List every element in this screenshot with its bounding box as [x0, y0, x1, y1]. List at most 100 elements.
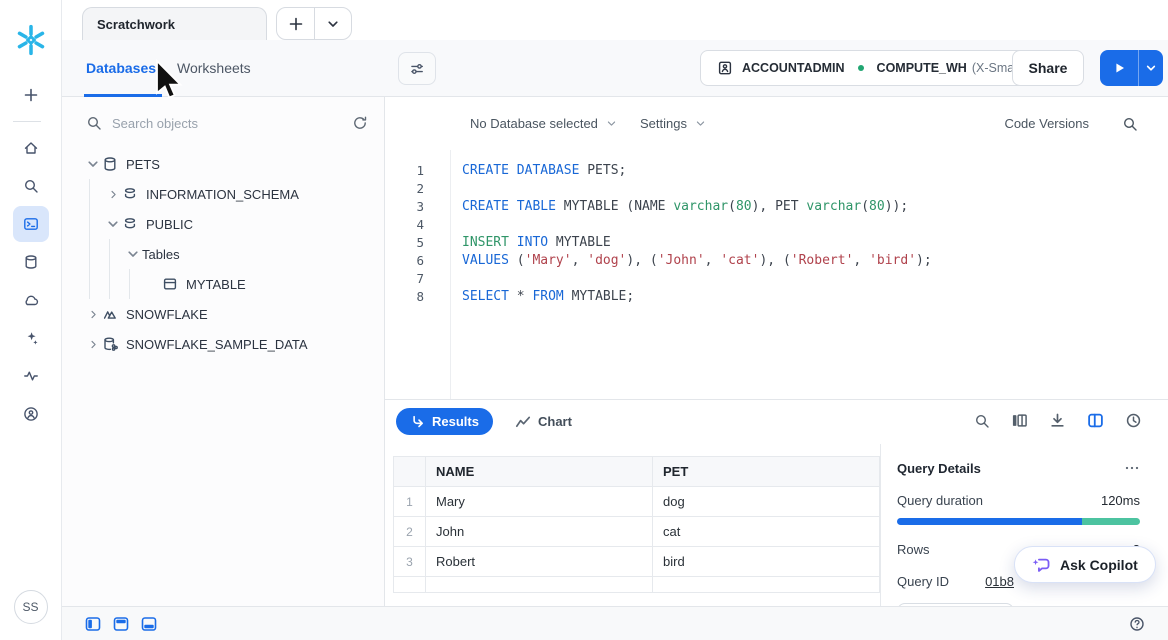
worksheet-tab-scratchwork[interactable]: Scratchwork — [82, 7, 267, 41]
tree-item-label: PUBLIC — [146, 217, 193, 232]
help-icon[interactable] — [1129, 616, 1145, 632]
code-versions-button[interactable]: Code Versions — [1004, 97, 1089, 150]
more-options-icon[interactable] — [1124, 460, 1140, 476]
database-icon — [23, 254, 39, 270]
code-line-5[interactable]: 5INSERT INTO MYTABLE — [385, 234, 1168, 252]
bottom-bar — [62, 606, 1168, 640]
schema-icon — [122, 216, 138, 232]
chevron-down-icon — [325, 16, 341, 32]
layout-left-panel-icon[interactable] — [85, 616, 101, 632]
chevron-right-icon[interactable] — [84, 338, 102, 351]
database-selector-dropdown[interactable]: No Database selected — [470, 97, 618, 150]
sidebar-tab-worksheets[interactable]: Worksheets — [177, 40, 251, 96]
tree-item-pets[interactable]: PETS — [62, 149, 384, 179]
chevron-right-icon[interactable] — [84, 308, 102, 321]
layout-bottom-panel-icon[interactable] — [141, 616, 157, 632]
rail-item-plus[interactable] — [13, 77, 49, 113]
code-line-6[interactable]: 6VALUES ('Mary', 'dog'), ('John', 'cat')… — [385, 252, 1168, 270]
worksheet-list-button[interactable] — [314, 8, 351, 39]
rail-item-console[interactable] — [13, 206, 49, 242]
layout-top-panel-icon[interactable] — [113, 616, 129, 632]
download-icon[interactable] — [1049, 412, 1066, 429]
new-worksheet-button[interactable] — [277, 8, 314, 39]
chevron-down-icon[interactable] — [124, 246, 142, 262]
table-row[interactable]: 2Johncat — [394, 517, 880, 547]
activity-icon — [23, 368, 39, 384]
rail-item-home[interactable] — [13, 130, 49, 166]
code-line-8[interactable]: 8SELECT * FROM MYTABLE; — [385, 288, 1168, 306]
rail-item-activity[interactable] — [13, 358, 49, 394]
tree-item-public[interactable]: PUBLIC — [62, 209, 384, 239]
editor-search-icon[interactable] — [1122, 97, 1138, 150]
tree-item-label: Tables — [142, 247, 180, 262]
columns-icon[interactable] — [1011, 412, 1028, 429]
app-icon — [102, 306, 118, 322]
run-options-chevron-icon[interactable] — [1138, 50, 1163, 86]
code-line-4[interactable]: 4 — [385, 216, 1168, 234]
rail-item-cloud[interactable] — [13, 282, 49, 318]
table-cell[interactable]: bird — [653, 547, 880, 577]
tree-item-tables[interactable]: Tables — [62, 239, 384, 269]
user-avatar[interactable]: SS — [14, 590, 48, 624]
row-number: 3 — [394, 547, 426, 577]
tree-item-snowflake_sample_data[interactable]: SNOWFLAKE_SAMPLE_DATA — [62, 329, 384, 359]
sparkles-icon — [23, 330, 39, 346]
context-selector[interactable]: ACCOUNTADMIN COMPUTE_WH (X-Small) — [700, 50, 1041, 86]
worksheet-tab-label: Scratchwork — [97, 17, 175, 32]
play-icon[interactable] — [1100, 50, 1138, 86]
rail-item-search[interactable] — [13, 168, 49, 204]
tab-chart[interactable]: Chart — [515, 408, 572, 435]
table-cell[interactable]: cat — [653, 517, 880, 547]
history-clock-icon[interactable] — [1125, 412, 1142, 429]
table-cell[interactable]: Mary — [426, 487, 653, 517]
tree-item-label: MYTABLE — [186, 277, 246, 292]
tree-item-snowflake[interactable]: SNOWFLAKE — [62, 299, 384, 329]
table-cell[interactable]: dog — [653, 487, 880, 517]
column-header-pet[interactable]: PET — [653, 457, 880, 487]
role-badge-icon — [717, 60, 733, 76]
snowflake-logo[interactable] — [14, 23, 48, 57]
sidebar-tab-databases[interactable]: Databases — [86, 40, 156, 96]
rail-item-admin[interactable] — [13, 396, 49, 432]
split-panel-icon[interactable] — [1087, 412, 1104, 429]
tab-results[interactable]: Results — [396, 408, 493, 435]
code-line-7[interactable]: 7 — [385, 270, 1168, 288]
left-nav-rail: SS — [0, 0, 62, 640]
chevron-right-icon[interactable] — [104, 188, 122, 201]
column-header-name[interactable]: NAME — [426, 457, 653, 487]
refresh-icon[interactable] — [352, 115, 368, 131]
share-button[interactable]: Share — [1012, 50, 1084, 86]
row-number: 2 — [394, 517, 426, 547]
code-text: CREATE TABLE MYTABLE (NAME varchar(80), … — [462, 198, 908, 216]
home-icon — [23, 140, 39, 156]
table-icon — [162, 276, 178, 292]
rail-item-sparkles[interactable] — [13, 320, 49, 356]
line-number: 2 — [385, 180, 424, 198]
table-cell[interactable]: Robert — [426, 547, 653, 577]
editor-toolbar: No Database selected Settings Code Versi… — [385, 97, 1168, 150]
code-area[interactable]: 1CREATE DATABASE PETS;23CREATE TABLE MYT… — [385, 150, 1168, 399]
table-row[interactable]: 1Marydog — [394, 487, 880, 517]
query-id-link[interactable]: 01b8 — [985, 574, 1014, 589]
object-browser-panel: PETSINFORMATION_SCHEMA PUBLIC Tables MYTABL… — [62, 97, 385, 606]
table-row[interactable]: 3Robertbird — [394, 547, 880, 577]
chevron-down-icon[interactable] — [104, 216, 122, 232]
table-cell[interactable]: John — [426, 517, 653, 547]
ask-copilot-button[interactable]: Ask Copilot — [1014, 546, 1156, 583]
rail-item-database[interactable] — [13, 244, 49, 280]
run-button[interactable] — [1100, 50, 1163, 86]
editor-settings-dropdown[interactable]: Settings — [640, 97, 707, 150]
code-line-1[interactable]: 1CREATE DATABASE PETS; — [385, 162, 1168, 180]
search-objects-input[interactable] — [112, 116, 352, 131]
code-line-3[interactable]: 3CREATE TABLE MYTABLE (NAME varchar(80),… — [385, 198, 1168, 216]
warehouse-status-dot — [858, 65, 864, 71]
code-line-2[interactable]: 2 — [385, 180, 1168, 198]
header-band: Databases Worksheets ACCOUNTADMIN COMPUT… — [62, 40, 1168, 97]
chevron-down-icon[interactable] — [84, 156, 102, 172]
results-search-icon[interactable] — [974, 413, 990, 429]
tree-item-mytable[interactable]: MYTABLE — [62, 269, 384, 299]
editor-display-options-button[interactable] — [398, 52, 436, 85]
tab-actions — [276, 7, 352, 40]
results-table: NAMEPET1Marydog2Johncat3Robertbird — [393, 456, 880, 593]
tree-item-information_schema[interactable]: INFORMATION_SCHEMA — [62, 179, 384, 209]
